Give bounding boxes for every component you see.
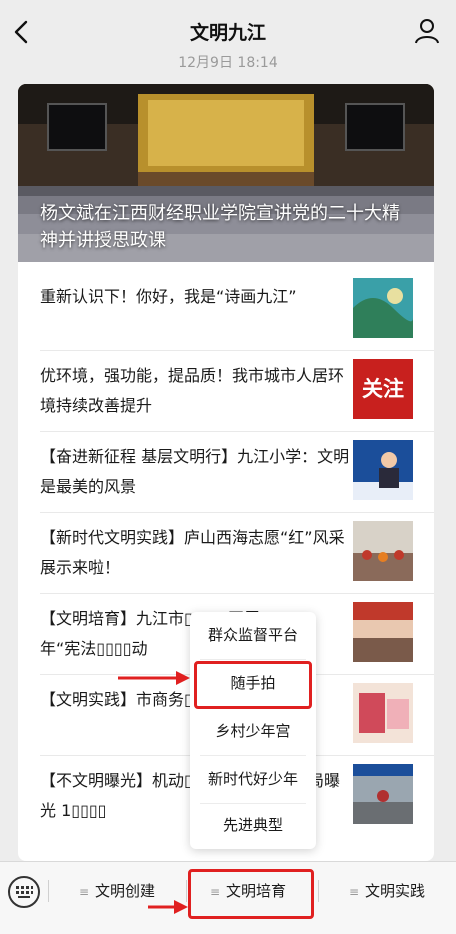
menu-item-role-models[interactable]: 先进典型 <box>190 802 316 849</box>
menu-item-good-youth[interactable]: 新时代好少年 <box>190 756 316 803</box>
article-title: 优环境，强功能，提品质！我市城市人居环境持续改善提升 <box>40 366 345 415</box>
tab-civilization-practice[interactable]: ≡ 文明实践 <box>322 876 452 906</box>
red-arrow-icon <box>148 900 188 914</box>
message-timestamp: 12月9日 18:14 <box>178 55 278 71</box>
tab-divider <box>48 880 49 902</box>
red-arrow-icon <box>118 671 190 685</box>
article-thumbnail <box>353 440 413 500</box>
article-item[interactable]: 优环境，强功能，提品质！我市城市人居环境持续改善提升 关注 <box>18 351 434 432</box>
article-thumbnail <box>353 764 413 824</box>
menu-item-supervision-platform[interactable]: 群众监督平台 <box>190 612 316 659</box>
article-item[interactable]: 【新时代文明实践】庐山西海志愿“红”风采展示来啦！ <box>18 513 434 594</box>
menu-lines-icon: ≡ <box>348 885 360 899</box>
article-title: 【奋进新征程 基层文明行】九江小学：文明是最美的风景 <box>40 447 350 496</box>
keyboard-icon[interactable] <box>8 876 40 908</box>
article-title: 重新认识下！你好，我是“诗画九江” <box>40 287 297 306</box>
thumbnail-label: 关注 <box>362 377 404 401</box>
tab-divider <box>318 880 319 902</box>
menu-item-rural-youth-palace[interactable]: 乡村少年宫 <box>190 708 316 755</box>
account-title: 文明九江 <box>189 22 266 44</box>
highlight-box-cultivation-tab <box>188 869 314 919</box>
article-thumbnail <box>353 278 413 338</box>
article-thumbnail <box>353 602 413 662</box>
top-bar: 文明九江 12月9日 18:14 <box>0 0 456 84</box>
hero-title: 杨文斌在江西财经职业学院宣讲党的二十大精神并讲授思政课 <box>40 203 400 251</box>
menu-lines-icon: ≡ <box>78 885 90 899</box>
hero-article[interactable]: 杨文斌在江西财经职业学院宣讲党的二十大精神并讲授思政课 <box>18 84 434 262</box>
article-thumbnail <box>353 683 413 743</box>
user-profile-icon[interactable] <box>414 18 440 44</box>
submenu-popup: 群众监督平台 随手拍 乡村少年宫 新时代好少年 先进典型 <box>190 612 316 849</box>
highlight-box-snapshot <box>194 661 312 709</box>
article-item[interactable]: 重新认识下！你好，我是“诗画九江” <box>18 270 434 351</box>
article-title: 【新时代文明实践】庐山西海志愿“红”风采展示来啦！ <box>40 528 345 577</box>
article-thumbnail <box>353 521 413 581</box>
article-thumbnail: 关注 <box>353 359 413 419</box>
article-item[interactable]: 【奋进新征程 基层文明行】九江小学：文明是最美的风景 <box>18 432 434 513</box>
